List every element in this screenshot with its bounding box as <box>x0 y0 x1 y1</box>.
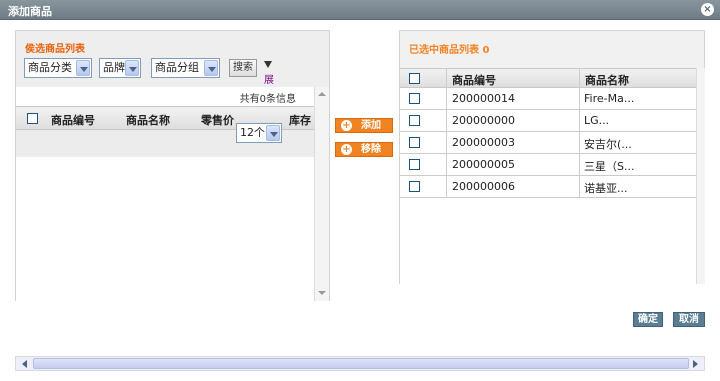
cancel-button[interactable]: 取消 <box>673 312 705 327</box>
plus-icon: + <box>341 120 352 131</box>
selected-table-header: 商品编号 商品名称 <box>400 68 696 88</box>
brand-select[interactable]: 品牌 <box>99 58 141 78</box>
chevron-down-icon <box>76 60 90 76</box>
plus-icon: + <box>341 144 352 155</box>
scroll-up-icon[interactable] <box>316 89 328 101</box>
column-retail-price: 零售价 <box>201 114 234 127</box>
page-size-select[interactable]: 12个 <box>236 123 282 143</box>
scroll-left-icon[interactable] <box>18 358 31 369</box>
selected-products-panel: 已选中商品列表 0 商品编号 商品名称 200000014 Fire-Ma...… <box>399 30 705 284</box>
row-product-name: 诺基亚... <box>584 182 628 195</box>
add-button-label: 添加 <box>361 120 381 131</box>
row-product-id: 200000003 <box>452 136 515 149</box>
column-divider <box>579 68 580 198</box>
table-row[interactable]: 200000000 LG... <box>400 110 696 132</box>
select-all-checkbox[interactable] <box>27 113 38 124</box>
row-product-name: 安吉尔(... <box>584 138 632 151</box>
select-all-checkbox[interactable] <box>409 73 420 84</box>
selected-table: 商品编号 商品名称 200000014 Fire-Ma... 200000000… <box>400 68 696 284</box>
row-product-id: 200000014 <box>452 92 515 105</box>
confirm-button[interactable]: 确定 <box>633 312 663 327</box>
selected-vertical-scrollbar[interactable] <box>696 68 705 284</box>
candidate-table: 共有0条信息 商品编号 商品名称 零售价 库存 12个 <box>16 87 316 301</box>
add-button[interactable]: + 添加 <box>335 118 393 133</box>
chevron-down-icon <box>204 60 218 76</box>
row-checkbox[interactable] <box>409 93 420 104</box>
selected-list-title: 已选中商品列表 0 <box>409 45 490 56</box>
brand-select-value: 品牌 <box>103 61 125 74</box>
record-count: 共有0条信息 <box>239 94 296 105</box>
chevron-down-icon <box>125 60 139 76</box>
candidate-vertical-scrollbar[interactable] <box>314 87 329 301</box>
remove-button-label: 移除 <box>361 144 381 155</box>
row-product-name: Fire-Ma... <box>584 92 635 105</box>
search-button[interactable]: 搜索 <box>229 59 257 77</box>
row-product-id: 200000005 <box>452 158 515 171</box>
table-row[interactable]: 200000005 三星（S... <box>400 154 696 176</box>
row-product-name: 三星（S... <box>584 160 635 173</box>
column-stock: 库存 <box>289 114 311 127</box>
column-product-name: 商品名称 <box>126 114 170 127</box>
row-product-name: LG... <box>584 114 610 127</box>
candidate-products-panel: 侯选商品列表 商品分类 品牌 商品分组 搜索 展开 共有0条信息 商品编号 商品 <box>15 30 330 301</box>
row-checkbox[interactable] <box>409 181 420 192</box>
column-product-name: 商品名称 <box>585 74 629 87</box>
category-select[interactable]: 商品分类 <box>24 58 92 78</box>
remove-button[interactable]: + 移除 <box>335 142 393 157</box>
horizontal-scrollbar[interactable] <box>15 356 705 371</box>
row-product-id: 200000000 <box>452 114 515 127</box>
row-checkbox[interactable] <box>409 137 420 148</box>
table-row[interactable]: 200000014 Fire-Ma... <box>400 88 696 110</box>
row-checkbox[interactable] <box>409 159 420 170</box>
table-row[interactable]: 200000003 安吉尔(... <box>400 132 696 154</box>
column-divider <box>446 68 447 198</box>
scrollbar-thumb[interactable] <box>33 358 689 369</box>
scroll-down-icon[interactable] <box>316 287 328 299</box>
page-size-value: 12个 <box>240 126 265 139</box>
row-product-id: 200000006 <box>452 180 515 193</box>
chevron-down-icon <box>266 125 280 141</box>
dialog-body: 侯选商品列表 商品分类 品牌 商品分组 搜索 展开 共有0条信息 商品编号 商品 <box>0 20 720 381</box>
scroll-right-icon[interactable] <box>689 358 702 369</box>
group-select-value: 商品分组 <box>155 61 199 74</box>
column-product-id: 商品编号 <box>452 74 496 87</box>
row-checkbox[interactable] <box>409 115 420 126</box>
category-select-value: 商品分类 <box>28 61 72 74</box>
dialog-title: 添加商品 <box>8 5 52 18</box>
candidate-list-title: 侯选商品列表 <box>25 44 85 55</box>
close-icon[interactable]: × <box>701 3 714 16</box>
group-select[interactable]: 商品分组 <box>151 58 220 78</box>
triangle-down-icon <box>264 61 272 68</box>
column-product-id: 商品编号 <box>51 114 95 127</box>
table-row[interactable]: 200000006 诺基亚... <box>400 176 696 198</box>
dialog-title-bar: 添加商品 × <box>0 0 720 20</box>
